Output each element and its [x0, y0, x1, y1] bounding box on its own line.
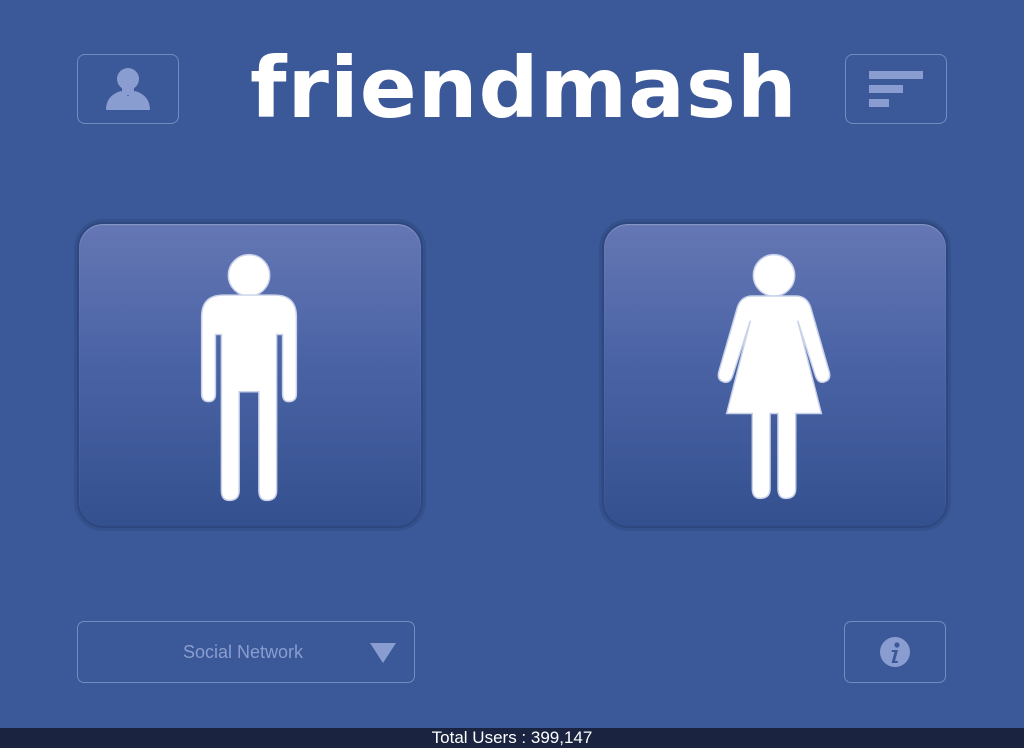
- info-icon: [845, 622, 945, 682]
- total-users-bar: Total Users : 399,147: [0, 728, 1024, 748]
- total-users-text: Total Users : 399,147: [431, 728, 593, 747]
- ranking-bars-icon: [846, 55, 946, 123]
- female-button[interactable]: [602, 222, 948, 528]
- profile-button[interactable]: [77, 54, 179, 124]
- triangle-down-icon: [370, 643, 396, 663]
- app-screen: friendmash Social Network: [0, 0, 1024, 728]
- female-figure-icon: [717, 253, 831, 500]
- person-silhouette-icon: [78, 55, 178, 123]
- male-figure-icon: [200, 253, 298, 502]
- app-logo: friendmash: [250, 39, 798, 137]
- social-network-select[interactable]: Social Network: [77, 621, 415, 683]
- social-network-label: Social Network: [182, 642, 304, 662]
- info-button[interactable]: [844, 621, 946, 683]
- rankings-button[interactable]: [845, 54, 947, 124]
- male-button[interactable]: [77, 222, 423, 528]
